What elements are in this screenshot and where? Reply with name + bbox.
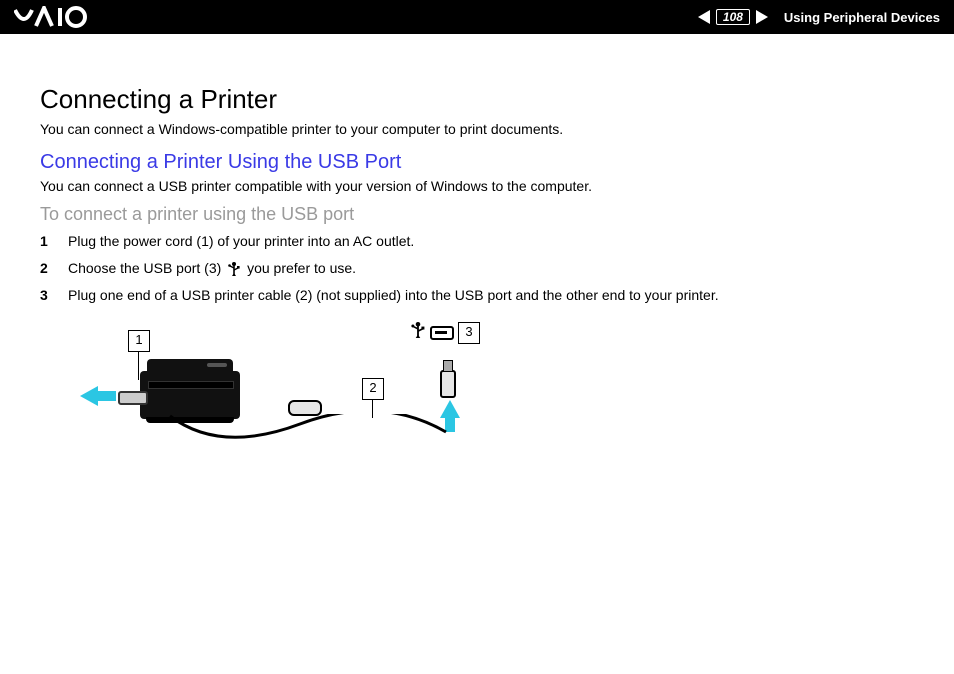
header-bar: 108 Using Peripheral Devices [0,0,954,34]
callout-1: 1 [128,330,150,352]
list-item: 1 Plug the power cord (1) of your printe… [40,231,914,252]
step-text: Plug one end of a USB printer cable (2) … [68,285,914,306]
usb-cable-illustration [160,414,450,454]
step-text: Plug the power cord (1) of your printer … [68,231,914,252]
cable-connector-b [440,370,456,398]
page-number: 108 [716,9,750,25]
usb-icon [227,261,241,277]
sub-intro-text: You can connect a USB printer compatible… [40,178,914,194]
next-page-icon[interactable] [756,10,768,24]
arrow-left-icon [80,386,116,406]
usb-port-icon [430,326,454,340]
callout-2: 2 [362,378,384,400]
usb-icon [410,320,426,345]
step-text-part: Choose the USB port (3) [68,260,225,276]
page-title: Connecting a Printer [40,84,914,115]
step-list: 1 Plug the power cord (1) of your printe… [40,231,914,306]
power-plug-illustration [118,391,148,405]
vaio-logo [14,6,104,28]
callout-3: 3 [458,322,480,344]
callout-line [138,352,139,380]
step-number: 1 [40,231,68,252]
header-right: 108 Using Peripheral Devices [698,9,940,25]
intro-text: You can connect a Windows-compatible pri… [40,121,914,137]
list-item: 3 Plug one end of a USB printer cable (2… [40,285,914,306]
cable-connector-a [288,400,322,416]
section-subtitle: Connecting a Printer Using the USB Port [40,151,914,174]
step-text: Choose the USB port (3) you prefer to us… [68,258,914,279]
prev-page-icon[interactable] [698,10,710,24]
section-label: Using Peripheral Devices [784,10,940,25]
step-number: 3 [40,285,68,306]
printer-diagram: 1 2 3 [80,316,500,476]
step-number: 2 [40,258,68,279]
task-heading: To connect a printer using the USB port [40,204,914,225]
vaio-logo-svg [14,6,104,28]
list-item: 2 Choose the USB port (3) you prefer to … [40,258,914,279]
page-content: Connecting a Printer You can connect a W… [0,34,954,476]
printer-illustration [140,371,240,419]
step-text-part: you prefer to use. [247,260,356,276]
